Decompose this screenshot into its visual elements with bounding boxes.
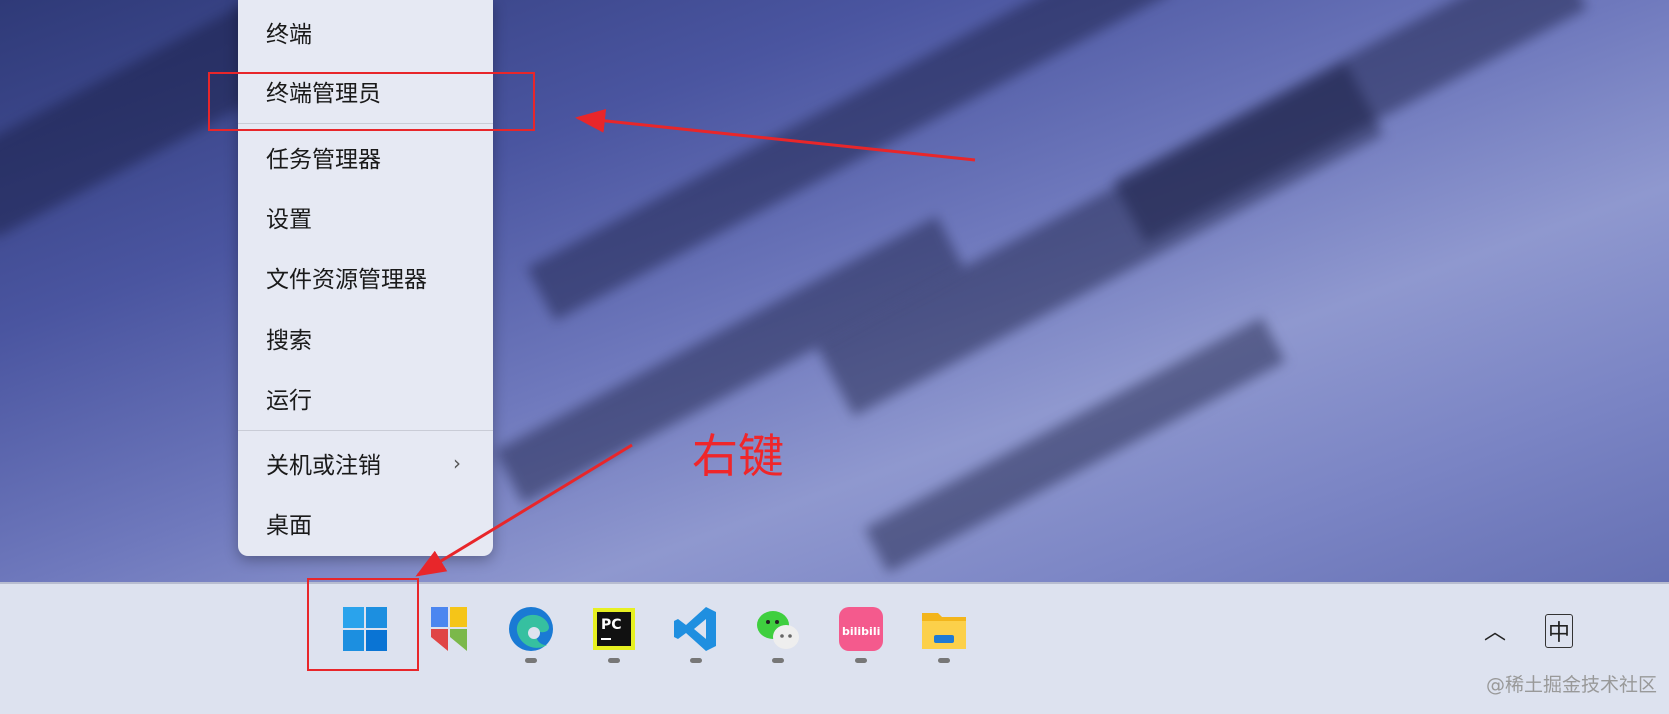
arrow xyxy=(415,443,633,577)
arrow xyxy=(575,108,976,162)
annotation-arrows xyxy=(415,108,976,577)
